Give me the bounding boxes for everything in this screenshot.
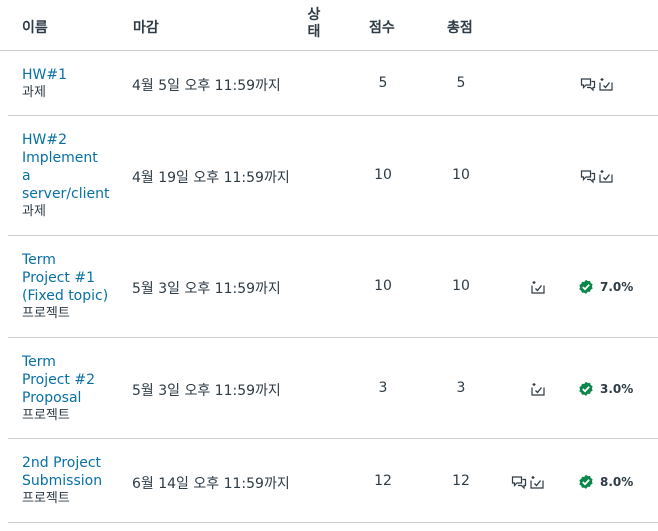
- assignment-link[interactable]: HW#1: [22, 66, 110, 84]
- column-header-status-line1: 상: [307, 7, 321, 23]
- column-header-status[interactable]: 상 태: [306, 7, 322, 41]
- due-date: 6월 14일 오후 11:59까지: [132, 476, 290, 492]
- assignment-name-cell: Term Project #1 (Fixed topic) 프로젝트: [22, 251, 110, 323]
- total-value: 10: [452, 278, 470, 294]
- total-value: 12: [452, 473, 470, 489]
- comments-icon[interactable]: [511, 474, 527, 490]
- assignment-title-line: Term: [22, 252, 56, 268]
- due-date: 4월 19일 오후 11:59까지: [132, 170, 290, 186]
- assignment-link[interactable]: Term Project #1 (Fixed topic): [22, 251, 110, 305]
- assignment-title-line: Project #1: [22, 270, 95, 286]
- table-row: HW#2 Implement a server/client 과제 4월 19일…: [8, 116, 658, 236]
- assignment-type: 프로젝트: [22, 491, 70, 506]
- assignment-title-line: HW#1: [22, 67, 68, 83]
- score-value: 5: [378, 75, 388, 91]
- assignment-title-line: 2nd Project: [22, 455, 102, 471]
- assignment-name-cell: HW#1 과제: [22, 66, 110, 102]
- grade-status: 3.0%: [578, 381, 633, 397]
- assignment-link[interactable]: Term Project #2 Proposal: [22, 353, 110, 407]
- table-header: 이름 마감 상 태 점수 총점: [0, 0, 658, 51]
- assignment-title-line: Project #2: [22, 372, 95, 388]
- assignment-title-line: server/client: [22, 186, 110, 202]
- total-value: 3: [456, 380, 466, 396]
- score-value: 10: [374, 167, 392, 183]
- check-badge-icon: [578, 279, 594, 295]
- assignment-type: 과제: [22, 204, 46, 219]
- score-value: 3: [378, 380, 388, 396]
- comments-icon[interactable]: [580, 76, 596, 92]
- rubric-icon[interactable]: [529, 474, 545, 490]
- rubric-icon[interactable]: [598, 168, 614, 184]
- rubric-icon[interactable]: [530, 279, 546, 295]
- column-header-total[interactable]: 총점: [447, 17, 473, 37]
- due-date: 5월 3일 오후 11:59까지: [132, 281, 281, 297]
- assignment-name-cell: 2nd Project Submission 프로젝트: [22, 454, 110, 508]
- grade-status: 8.0%: [578, 474, 633, 490]
- assignment-link[interactable]: HW#2 Implement a server/client: [22, 131, 110, 203]
- check-badge-icon: [578, 474, 594, 490]
- score-value: 12: [374, 473, 392, 489]
- assignment-link[interactable]: 2nd Project Submission: [22, 454, 110, 490]
- due-date: 5월 3일 오후 11:59까지: [132, 383, 281, 399]
- grade-percent: 8.0%: [600, 475, 634, 489]
- table-row: Term Project #2 Proposal 프로젝트 5월 3일 오후 1…: [8, 338, 658, 439]
- assignment-type: 프로젝트: [22, 408, 70, 423]
- assignment-type: 프로젝트: [22, 306, 70, 321]
- grade-percent: 3.0%: [600, 382, 634, 396]
- rubric-icon[interactable]: [530, 381, 546, 397]
- due-date: 4월 5일 오후 11:59까지: [132, 78, 281, 94]
- table-row: HW#1 과제 4월 5일 오후 11:59까지 5 5: [8, 51, 658, 116]
- assignment-title-line: Submission: [22, 473, 103, 489]
- assignment-type: 과제: [22, 85, 46, 100]
- grade-status: 7.0%: [578, 279, 633, 295]
- check-badge-icon: [578, 381, 594, 397]
- column-header-name[interactable]: 이름: [22, 17, 48, 37]
- column-header-status-line2: 태: [307, 24, 321, 40]
- total-value: 5: [456, 75, 466, 91]
- assignment-name-cell: Term Project #2 Proposal 프로젝트: [22, 353, 110, 425]
- score-value: 10: [374, 278, 392, 294]
- comments-icon[interactable]: [580, 168, 596, 184]
- rubric-icon[interactable]: [598, 76, 614, 92]
- assignment-title-line: a: [22, 168, 31, 184]
- table-row: Term Project #1 (Fixed topic) 프로젝트 5월 3일…: [8, 236, 658, 338]
- assignment-title-line: Term: [22, 354, 56, 370]
- total-value: 10: [452, 167, 470, 183]
- assignment-title-line: (Fixed topic): [22, 288, 109, 304]
- grade-percent: 7.0%: [600, 280, 634, 294]
- column-header-due[interactable]: 마감: [133, 17, 159, 37]
- assignment-name-cell: HW#2 Implement a server/client 과제: [22, 131, 110, 221]
- table-row: 2nd Project Submission 프로젝트 6월 14일 오후 11…: [8, 439, 658, 523]
- assignment-title-line: Implement: [22, 150, 98, 166]
- column-header-score[interactable]: 점수: [369, 17, 395, 37]
- assignment-title-line: HW#2: [22, 132, 68, 148]
- assignment-title-line: Proposal: [22, 390, 82, 406]
